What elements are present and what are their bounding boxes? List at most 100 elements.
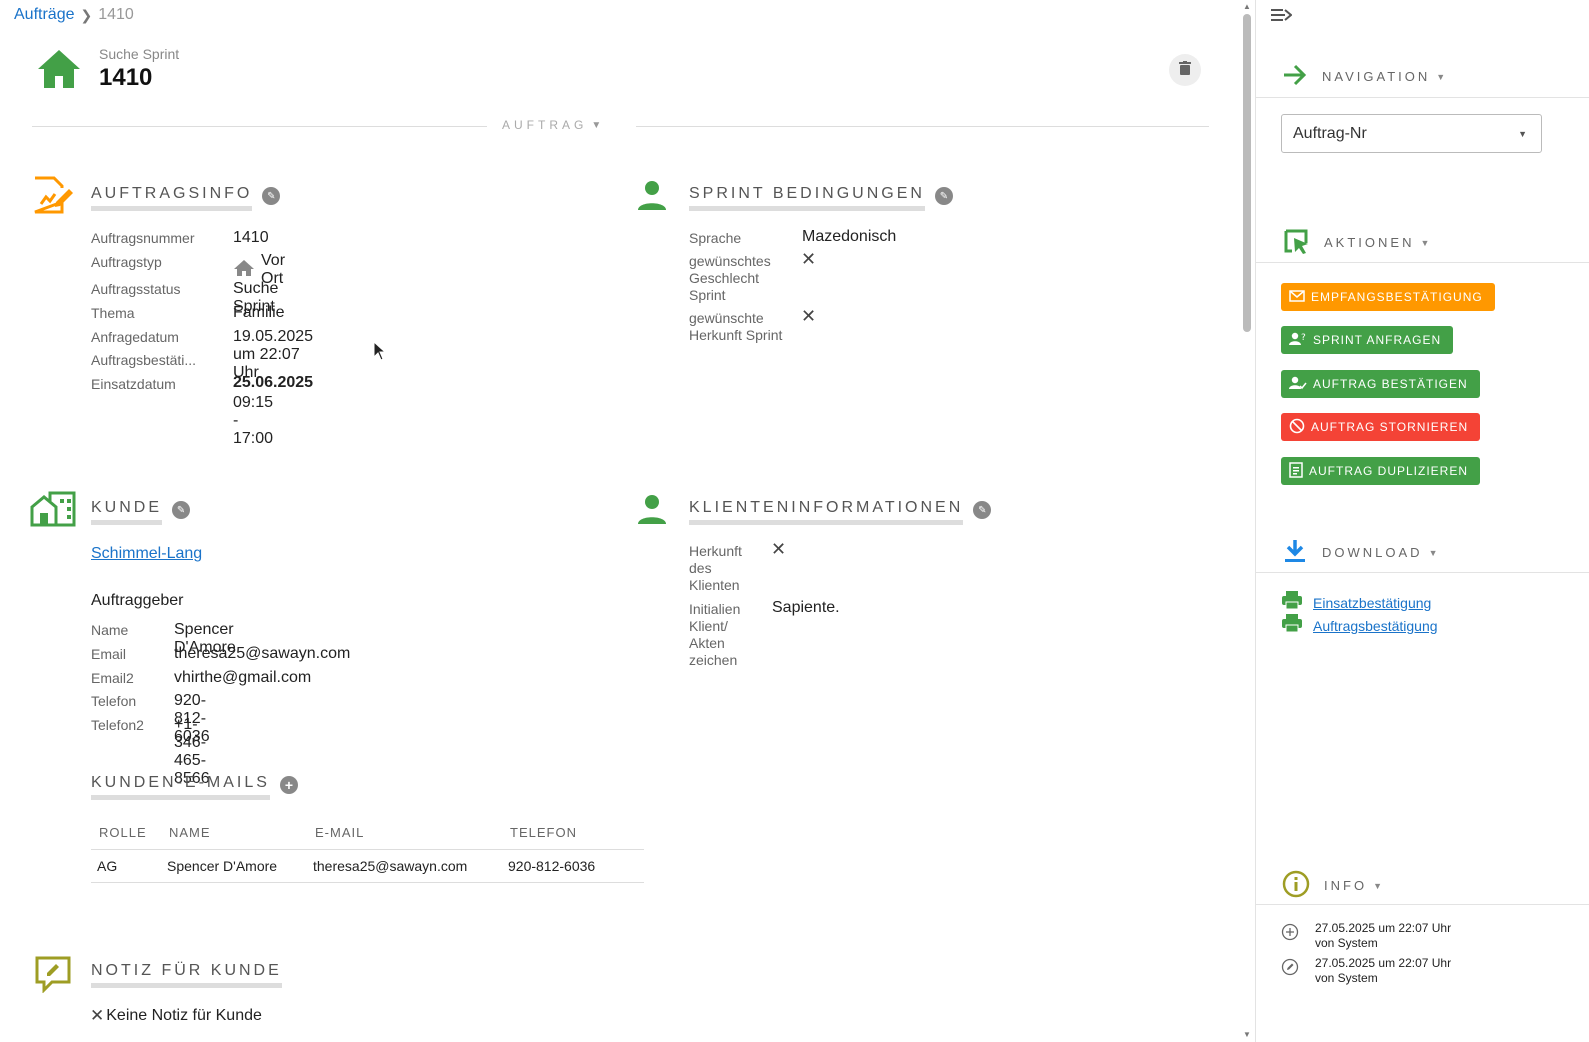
plus-circle-icon: [1281, 923, 1299, 946]
button-label: AUFTRAG BESTÄTIGEN: [1313, 377, 1468, 391]
notiz-header: NOTIZ FÜR KUNDE: [91, 962, 282, 988]
kunde-header: KUNDE ✎: [91, 499, 191, 525]
auftraggeber-heading: Auftraggeber: [91, 592, 184, 609]
navigation-header[interactable]: NAVIGATION ▼: [1282, 63, 1448, 90]
breadcrumb-current: 1410: [98, 6, 134, 23]
divider-line: [32, 126, 487, 127]
building-icon: [30, 491, 76, 532]
empfangsbestaetigung-button[interactable]: EMPFANGSBESTÄTIGUNG: [1281, 283, 1495, 311]
kv-label: Auftragsstatus: [91, 281, 181, 297]
section-divider-toggle[interactable]: AUFTRAG ▼: [502, 118, 605, 132]
kv-value: Familie: [233, 304, 285, 321]
edit-sprint-button[interactable]: ✎: [934, 187, 953, 205]
edit-kunde-button[interactable]: ✎: [172, 501, 191, 519]
pencil-icon: ✎: [267, 190, 276, 202]
aktionen-header[interactable]: AKTIONEN ▼: [1282, 227, 1432, 258]
kv-value: vhirthe@gmail.com: [174, 669, 312, 686]
x-icon: ✕: [771, 539, 787, 559]
kv-label: gewünschtes Geschlecht Sprint: [689, 253, 771, 303]
divider-line: [636, 126, 1209, 127]
caret-down-icon: ▼: [591, 119, 606, 131]
printer-icon: [1281, 590, 1303, 615]
kv-label: Anfragedatum: [91, 329, 179, 345]
auftrag-bestaetigen-button[interactable]: AUFTRAG BESTÄTIGEN: [1281, 370, 1480, 398]
table-header-row: ROLLE NAME E-MAIL TELEFON: [91, 823, 644, 850]
info-entry-date: 27.05.2025 um 22:07 Uhr: [1315, 921, 1452, 935]
navigation-title: NAVIGATION: [1322, 69, 1431, 84]
add-email-button[interactable]: +: [279, 776, 298, 794]
printer-icon: [1281, 613, 1303, 638]
section-title: KUNDE: [91, 499, 163, 525]
info-title: INFO: [1324, 878, 1368, 893]
page-title: 1410: [99, 64, 153, 91]
kv-value: theresa25@sawayn.com: [174, 645, 351, 662]
edit-circle-icon: [1281, 958, 1299, 981]
person-icon: [636, 493, 668, 530]
kv-label: Herkunft des Klienten: [689, 543, 742, 593]
scroll-up-icon[interactable]: ▲: [1243, 2, 1251, 11]
sprint-anfragen-button[interactable]: ? SPRINT ANFRAGEN: [1281, 326, 1454, 354]
home-icon: [36, 48, 82, 95]
edit-klient-button[interactable]: ✎: [973, 501, 992, 519]
cancel-icon: [1289, 418, 1305, 437]
scroll-down-icon[interactable]: ▼: [1243, 1030, 1251, 1039]
download-item[interactable]: Auftragsbestätigung: [1281, 613, 1438, 638]
divider-line: [1256, 97, 1589, 98]
edit-auftragsinfo-button[interactable]: ✎: [262, 187, 281, 205]
table-cell: 920-812-6036: [502, 849, 644, 883]
collapse-panel-button[interactable]: [1270, 6, 1293, 29]
notiz-empty-text: Keine Notiz für Kunde: [106, 1007, 262, 1024]
kv-label: Email: [91, 646, 127, 662]
table-cell: AG: [91, 849, 161, 883]
klient-header: KLIENTENINFORMATIONEN ✎: [689, 499, 992, 525]
svg-text:?: ?: [1301, 333, 1307, 343]
button-label: AUFTRAG DUPLIZIEREN: [1309, 464, 1469, 478]
info-entry: 27.05.2025 um 22:07 Uhr von System: [1315, 956, 1451, 986]
breadcrumb-link-auftraege[interactable]: Aufträge: [14, 6, 74, 24]
person-check-icon: [1289, 376, 1307, 393]
kunden-emails-header: KUNDEN-E-MAILS +: [91, 774, 298, 800]
auftrag-duplizieren-button[interactable]: AUFTRAG DUPLIZIEREN: [1281, 457, 1481, 485]
x-icon: ✕: [801, 249, 817, 269]
scrollbar-thumb[interactable]: [1243, 14, 1251, 332]
download-link-auftragsbestaetigung[interactable]: Auftragsbestätigung: [1313, 618, 1438, 634]
download-header[interactable]: DOWNLOAD ▼: [1282, 538, 1440, 567]
info-icon: [1282, 870, 1310, 901]
kv-label: Auftragsnummer: [91, 230, 195, 246]
download-item[interactable]: Einsatzbestätigung: [1281, 590, 1431, 615]
right-panel: NAVIGATION ▼ Auftrag-Nr ▼ AKTIONEN ▼ EMP…: [1255, 0, 1589, 1042]
divider-line: [1256, 904, 1589, 905]
person-icon: [636, 179, 668, 216]
kv-label: Auftragsbestäti...: [91, 352, 197, 368]
info-entry-date: 27.05.2025 um 22:07 Uhr: [1315, 956, 1452, 970]
section-title: KLIENTENINFORMATIONEN: [689, 499, 964, 525]
delete-button[interactable]: [1169, 54, 1201, 86]
caret-down-icon: ▼: [1420, 237, 1433, 248]
document-edit-icon: [32, 176, 74, 219]
download-icon: [1282, 538, 1308, 567]
kv-value: Mazedonisch: [802, 228, 897, 245]
divider-line: [1256, 262, 1589, 263]
kv-label: Name: [91, 622, 129, 638]
collapse-panel-icon: [1270, 9, 1293, 28]
kv-value: 09:15 - 17:00: [233, 394, 274, 447]
customer-link[interactable]: Schimmel-Lang: [91, 545, 202, 563]
pencil-icon: ✎: [176, 504, 186, 516]
navigation-select-value: Auftrag-Nr: [1293, 124, 1367, 142]
chevron-right-icon: ❯: [80, 6, 93, 23]
arrow-right-icon: [1282, 63, 1308, 90]
kv-label: Initialien Klient/ Akten zeichen: [689, 601, 741, 668]
kv-value: 25.06.2025: [233, 374, 314, 391]
button-label: SPRINT ANFRAGEN: [1313, 333, 1442, 347]
kv-label: Telefon2: [91, 717, 144, 733]
table-cell: theresa25@sawayn.com: [307, 849, 502, 883]
caret-down-icon: ▼: [1436, 71, 1449, 82]
download-link-einsatzbestaetigung[interactable]: Einsatzbestätigung: [1313, 595, 1431, 611]
navigation-select[interactable]: Auftrag-Nr ▼: [1281, 114, 1542, 153]
table-row[interactable]: AG Spencer D'Amore theresa25@sawayn.com …: [91, 849, 644, 883]
info-header[interactable]: INFO ▼: [1282, 870, 1385, 901]
auftrag-stornieren-button[interactable]: AUFTRAG STORNIEREN: [1281, 413, 1481, 441]
button-label: EMPFANGSBESTÄTIGUNG: [1311, 290, 1483, 304]
x-icon: ✕: [801, 306, 817, 326]
kv-label: Einsatzdatum: [91, 376, 176, 392]
